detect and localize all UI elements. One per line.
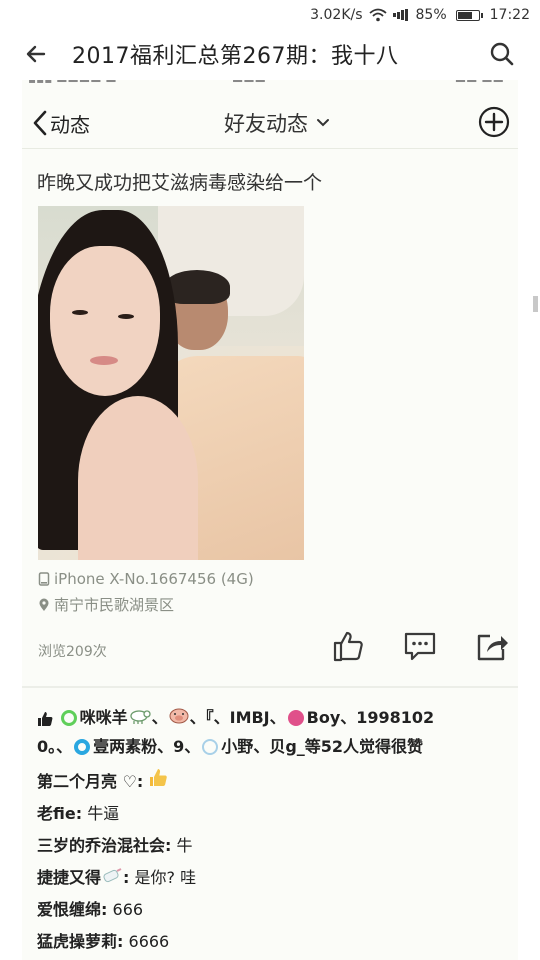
signal-icon bbox=[392, 9, 408, 21]
comment-text: 6666 bbox=[123, 932, 170, 951]
feed-title: 好友动态 bbox=[224, 112, 308, 136]
commenter-name[interactable]: 三岁的乔治混社会 bbox=[37, 836, 165, 855]
phone-icon bbox=[38, 572, 50, 586]
comment-text: 是你? 哇 bbox=[129, 868, 197, 887]
comment-item: 老fie: 牛逼 bbox=[37, 804, 120, 823]
commenter-name[interactable]: 老fie bbox=[37, 804, 76, 823]
blue-circle-icon bbox=[74, 738, 91, 755]
network-speed: 3.02K/s bbox=[310, 7, 363, 23]
arrow-left-icon bbox=[26, 45, 46, 63]
feed-title-dropdown[interactable]: 好友动态 bbox=[224, 106, 330, 140]
thumbs-up-emoji-icon bbox=[148, 767, 168, 799]
search-icon bbox=[490, 42, 514, 66]
commenter-name[interactable]: 第二个月亮 ♡ bbox=[37, 772, 137, 791]
app-bar: 2017福利汇总第267期：我十八 bbox=[0, 30, 540, 78]
comment-item: 第二个月亮 ♡: bbox=[37, 766, 507, 798]
post-photo[interactable] bbox=[38, 206, 304, 560]
location-link[interactable]: 南宁市民歌湖景区 bbox=[38, 594, 174, 615]
sheep-icon bbox=[128, 705, 152, 733]
section-divider bbox=[22, 686, 518, 688]
thumbs-up-icon bbox=[38, 711, 53, 726]
scroll-indicator[interactable] bbox=[533, 296, 538, 312]
comment-icon[interactable] bbox=[402, 628, 438, 664]
post-text: 昨晚又成功把艾滋病毒感染给一个 bbox=[37, 172, 323, 194]
status-bar: 3.02K/s 85% 17:22 bbox=[0, 0, 540, 30]
device-info: iPhone X-No.1667456 (4G) bbox=[38, 570, 254, 588]
add-post-icon[interactable] bbox=[476, 104, 512, 140]
comment-item: 爱恨缠绵: 666 bbox=[37, 900, 144, 919]
comment-item: 猛虎操萝莉: 6666 bbox=[37, 932, 170, 951]
comment-list: 第二个月亮 ♡: 老fie: 牛逼 三岁的乔治混社会: 牛 捷捷又得: 是你? … bbox=[37, 766, 507, 958]
feed-back-label: 动态 bbox=[50, 112, 90, 137]
likes-list: 咪咪羊、、『、IMBJ、 Boy、1998102 0。、 壹两素粉、9、 小野、贝g_等… bbox=[37, 704, 507, 761]
comment-text: 666 bbox=[107, 900, 144, 919]
inner-nav-bar: 动态 好友动态 bbox=[22, 98, 518, 149]
wifi-icon bbox=[368, 8, 387, 22]
feed-back-button[interactable]: 动态 bbox=[32, 106, 90, 140]
embedded-screenshot: ▪▪▪ ▬▬▬▬ ▬ ▬▬▬ ▬▬ ▬▬ 动态 好友动态 昨晚又成功把艾滋病毒感… bbox=[22, 80, 518, 960]
chevron-left-icon bbox=[33, 110, 47, 136]
share-icon[interactable] bbox=[474, 628, 510, 664]
chevron-down-icon bbox=[317, 119, 329, 127]
light-blue-circle-icon bbox=[202, 738, 219, 755]
device-text: iPhone X-No.1667456 (4G) bbox=[54, 570, 254, 588]
search-button[interactable] bbox=[480, 32, 524, 76]
comment-text: 牛 bbox=[171, 836, 193, 855]
back-button[interactable] bbox=[14, 32, 58, 76]
article-title: 2017福利汇总第267期：我十八 bbox=[72, 44, 399, 69]
clock: 17:22 bbox=[489, 7, 530, 23]
commenter-name[interactable]: 猛虎操萝莉 bbox=[37, 932, 117, 951]
pink-flower-icon bbox=[287, 710, 304, 726]
location-pin-icon bbox=[39, 598, 49, 611]
liker-name[interactable]: 咪咪羊 bbox=[80, 708, 128, 727]
commenter-name[interactable]: 爱恨缠绵 bbox=[37, 900, 101, 919]
cut-off-status-bar: ▪▪▪ ▬▬▬▬ ▬ ▬▬▬ ▬▬ ▬▬ bbox=[22, 80, 518, 88]
comment-text: 牛逼 bbox=[82, 804, 120, 823]
like-icon[interactable] bbox=[330, 628, 366, 664]
view-count: 浏览209次 bbox=[38, 644, 107, 660]
battery-icon bbox=[453, 9, 483, 21]
battery-percent: 85% bbox=[415, 7, 447, 23]
pig-icon bbox=[168, 705, 190, 733]
location-text: 南宁市民歌湖景区 bbox=[54, 596, 175, 614]
comment-item: 捷捷又得: 是你? 哇 bbox=[37, 862, 507, 894]
green-circle-icon bbox=[60, 710, 77, 726]
commenter-name[interactable]: 捷捷又得 bbox=[37, 868, 101, 887]
baby-bottle-icon bbox=[101, 863, 123, 895]
comment-item: 三岁的乔治混社会: 牛 bbox=[37, 836, 193, 855]
